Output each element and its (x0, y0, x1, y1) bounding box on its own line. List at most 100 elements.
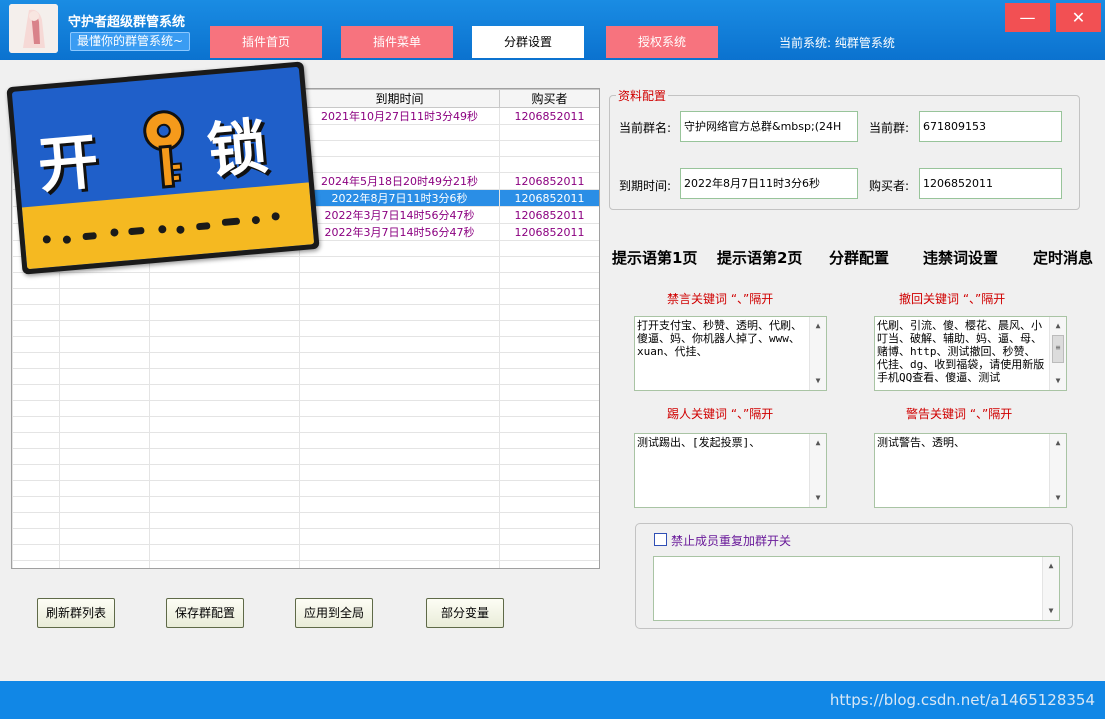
group-id-field[interactable]: 671809153 (919, 111, 1062, 142)
ban-keywords-label: 禁言关键词 “、”隔开 (667, 292, 774, 306)
tab-group-settings[interactable]: 分群设置 (472, 26, 584, 58)
scrollbar[interactable]: ▲ ≡ ▼ (1049, 317, 1066, 390)
expire-cell: 2022年8月7日11时3分6秒 (299, 189, 500, 207)
scroll-down-icon[interactable]: ▼ (1051, 373, 1065, 389)
tab-plugin-menu[interactable]: 插件菜单 (341, 26, 453, 58)
group-name-field[interactable]: 守护网络官方总群&mbsp;(24H (680, 111, 858, 142)
buyer-cell (499, 140, 599, 157)
scrollbar[interactable]: ▲ ▼ (809, 434, 826, 507)
ban-keywords-textarea[interactable]: 打开支付宝、秒赞、透明、代刷、傻逼、妈、你机器人掉了、www、xuan、代挂、 … (634, 316, 827, 391)
buyer-cell (499, 156, 599, 173)
option-textarea[interactable]: ▲ ▼ (653, 556, 1060, 621)
warn-keywords-textarea[interactable]: 测试警告、透明、 ▲ ▼ (874, 433, 1067, 508)
table-row-empty (12, 496, 599, 513)
kick-keywords-text: 测试踢出、[发起投票]、 (637, 436, 761, 449)
scroll-up-icon[interactable]: ▲ (811, 435, 825, 451)
app-subtitle-badge[interactable]: 最懂你的群管系统~ (70, 32, 191, 51)
expire-field[interactable]: 2022年8月7日11时3分6秒 (680, 168, 858, 199)
title-bar: 守护者超级群管系统 最懂你的群管系统~ 插件首页 插件菜单 分群设置 授权系统 … (0, 0, 1105, 60)
table-row-empty (12, 560, 599, 568)
variables-button[interactable]: 部分变量 (426, 598, 504, 628)
buyer-cell (499, 124, 599, 141)
scroll-up-icon[interactable]: ▲ (811, 318, 825, 334)
table-row-empty (12, 288, 599, 305)
unlock-sticker: 开 锁 (6, 61, 320, 275)
warn-keywords-label: 警告关键词 “、”隔开 (906, 407, 1013, 421)
table-row-empty (12, 368, 599, 385)
scroll-up-icon[interactable]: ▲ (1044, 558, 1058, 574)
tab-group-config[interactable]: 分群配置 (829, 247, 889, 268)
warn-keywords-text: 测试警告、透明、 (877, 436, 965, 449)
table-row-empty (12, 464, 599, 481)
buyer-cell: 1206852011 (499, 223, 599, 241)
current-system-label: 当前系统: 纯群管系统 (779, 36, 895, 50)
buyer-field[interactable]: 1206852011 (919, 168, 1062, 199)
scrollbar[interactable]: ▲ ▼ (1049, 434, 1066, 507)
no-rejoin-checkbox[interactable] (654, 533, 667, 546)
app-logo (9, 4, 58, 53)
scroll-down-icon[interactable]: ▼ (811, 490, 825, 506)
table-row-empty (12, 544, 599, 561)
buyer-cell: 1206852011 (499, 172, 599, 190)
no-rejoin-label[interactable]: 禁止成员重复加群开关 (671, 532, 791, 549)
tab-plugin-home[interactable]: 插件首页 (210, 26, 322, 58)
app-title: 守护者超级群管系统 (68, 15, 186, 30)
minimize-icon[interactable]: — (1005, 3, 1050, 32)
group-id-label: 当前群: (869, 121, 910, 135)
expire-cell (299, 140, 500, 157)
table-row-empty (12, 304, 599, 321)
table-row-empty (12, 512, 599, 529)
table-row-empty (12, 528, 599, 545)
profile-config-title: 资料配置 (616, 87, 669, 104)
buyer-cell: 1206852011 (499, 107, 599, 125)
sticker-char-open: 开 (35, 126, 102, 202)
tab-banned-words[interactable]: 违禁词设置 (923, 247, 998, 268)
table-row-empty (12, 400, 599, 417)
key-icon (134, 106, 197, 196)
scroll-down-icon[interactable]: ▼ (811, 373, 825, 389)
table-row-empty (12, 272, 599, 289)
table-row-empty (12, 336, 599, 353)
scroll-up-icon[interactable]: ▲ (1051, 435, 1065, 451)
scrollbar[interactable]: ▲ ▼ (809, 317, 826, 390)
refresh-group-list-button[interactable]: 刷新群列表 (37, 598, 115, 628)
close-icon[interactable]: ✕ (1056, 3, 1101, 32)
expire-cell: 2024年5月18日20时49分21秒 (299, 172, 500, 190)
buyer-cell: 1206852011 (499, 189, 599, 207)
scroll-down-icon[interactable]: ▼ (1044, 603, 1058, 619)
scroll-up-icon[interactable]: ▲ (1051, 318, 1065, 334)
kick-keywords-label: 踢人关键词 “、”隔开 (667, 407, 774, 421)
table-row-empty (12, 384, 599, 401)
table-row-empty (12, 320, 599, 337)
buyer-label: 购买者: (869, 179, 910, 193)
apply-global-button[interactable]: 应用到全局 (295, 598, 373, 628)
revoke-keywords-text: 代刷、引流、傻、樱花、晨风、小叮当、破解、辅助、妈、逼、母、赌博、http、测试… (877, 319, 1045, 384)
scroll-thumb[interactable]: ≡ (1052, 335, 1064, 363)
table-row-empty (12, 480, 599, 497)
expire-cell: 2021年10月27日11时3分49秒 (299, 107, 500, 125)
column-header-buyer[interactable]: 购买者 (499, 89, 599, 108)
buyer-cell: 1206852011 (499, 206, 599, 224)
watermark-text: https://blog.csdn.net/a1465128354 (829, 691, 1095, 709)
group-name-label: 当前群名: (619, 121, 672, 135)
table-row-empty (12, 448, 599, 465)
expire-cell (299, 156, 500, 173)
revoke-keywords-textarea[interactable]: 代刷、引流、傻、樱花、晨风、小叮当、破解、辅助、妈、逼、母、赌博、http、测试… (874, 316, 1067, 391)
sticker-char-lock: 锁 (204, 111, 271, 187)
tab-tips-page-2[interactable]: 提示语第2页 (717, 247, 802, 268)
tab-authorization[interactable]: 授权系统 (606, 26, 718, 58)
revoke-keywords-label: 撤回关键词 “、”隔开 (899, 292, 1006, 306)
tab-tips-page-1[interactable]: 提示语第1页 (612, 247, 697, 268)
tab-scheduled-messages[interactable]: 定时消息 (1033, 247, 1093, 268)
expire-cell: 2022年3月7日14时56分47秒 (299, 223, 500, 241)
table-row-empty (12, 432, 599, 449)
kick-keywords-textarea[interactable]: 测试踢出、[发起投票]、 ▲ ▼ (634, 433, 827, 508)
column-header-expire[interactable]: 到期时间 (299, 89, 500, 108)
table-row-empty (12, 416, 599, 433)
scrollbar[interactable]: ▲ ▼ (1042, 557, 1059, 620)
expire-label: 到期时间: (619, 179, 672, 193)
ban-keywords-text: 打开支付宝、秒赞、透明、代刷、傻逼、妈、你机器人掉了、www、xuan、代挂、 (637, 319, 802, 358)
save-group-config-button[interactable]: 保存群配置 (166, 598, 244, 628)
table-row-empty (12, 352, 599, 369)
scroll-down-icon[interactable]: ▼ (1051, 490, 1065, 506)
